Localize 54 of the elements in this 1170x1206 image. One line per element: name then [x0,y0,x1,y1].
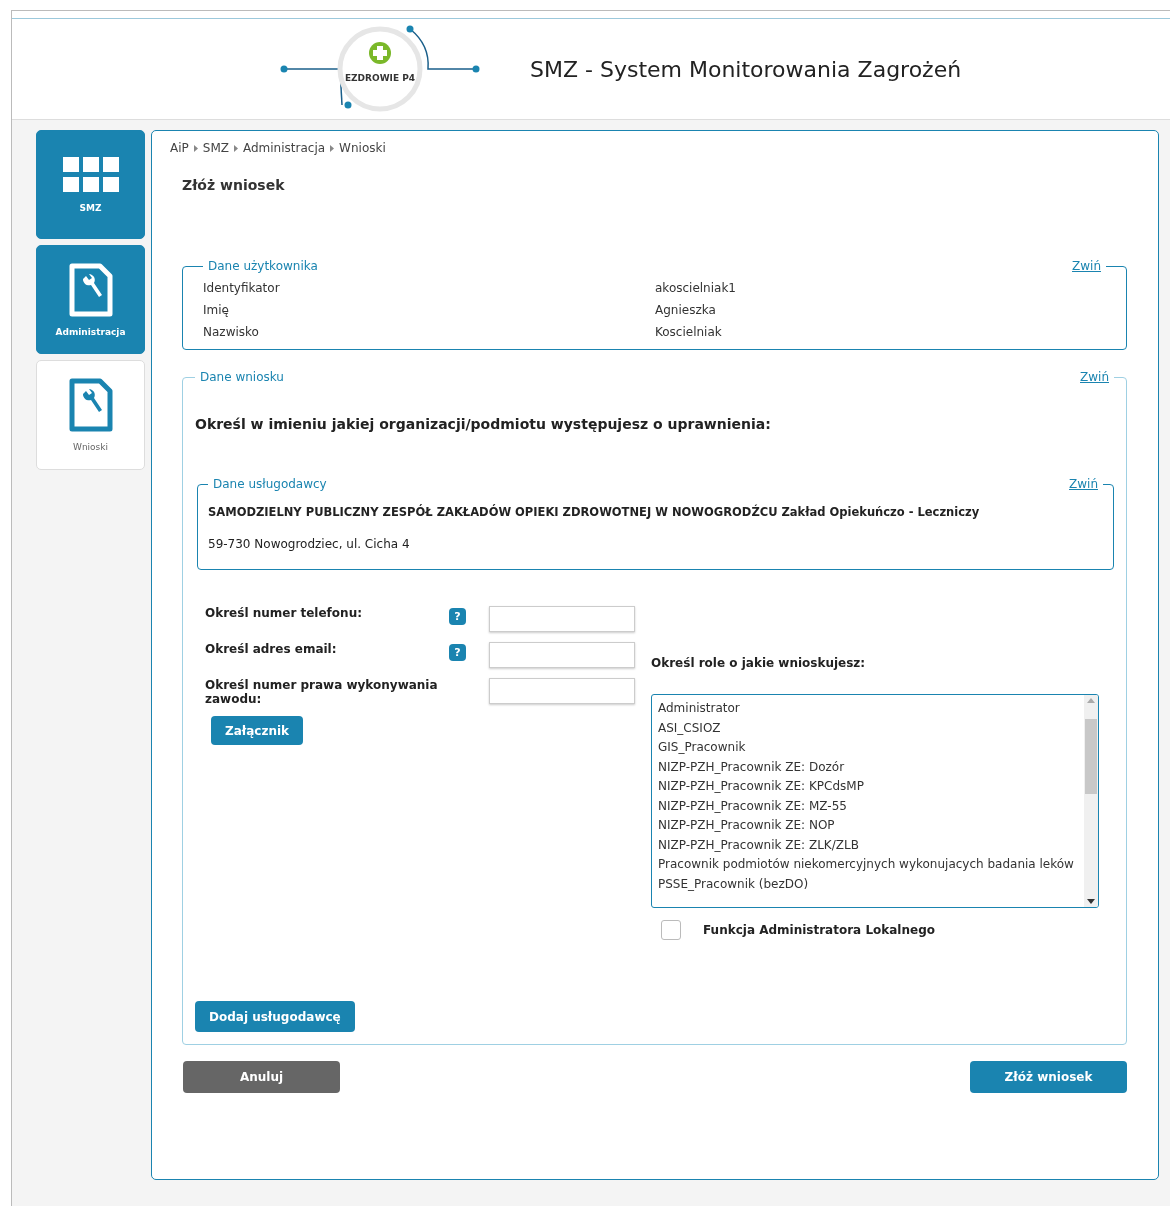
field-label: Imię [203,303,230,317]
provider-name: SAMODZIELNY PUBLICZNY ZESPÓŁ ZAKŁADÓW OPIEKI ZDROWOTNEJ W NOWOGRODŹCU Zakład Opiekuńczo - Leczniczy [208,505,981,519]
cancel-button[interactable]: Anuluj [183,1061,340,1093]
role-option[interactable]: NIZP-PZH_Pracownik ZE: ZLK/ZLB [658,835,1078,855]
add-provider-button[interactable]: Dodaj usługodawcę [195,1001,355,1032]
logo: EZDROWIE P4 [280,25,490,113]
input-field[interactable] [489,678,635,704]
input-label: Określ adres email: [205,642,338,656]
role-option[interactable]: PSSE_Pracownik (bezDO) [658,874,1078,894]
role-option[interactable]: NIZP-PZH_Pracownik ZE: KPCdsMP [658,777,1078,797]
input-field[interactable] [489,642,635,668]
scrollbar-thumb[interactable] [1085,718,1097,794]
role-option[interactable]: ASI_CSIOZ [658,718,1078,738]
role-option[interactable]: Pracownik podmiotów niekomercyjnych wykonujacych badania leków [658,855,1078,875]
scroll-down-icon[interactable] [1087,899,1095,904]
checkbox-label: Funkcja Administratora Lokalnego [703,923,935,937]
provider-address: 59-730 Nowogrodziec, ul. Cicha 4 [208,537,411,551]
caret-icon [330,144,335,152]
caret-icon [193,144,198,152]
sidebar-tile[interactable]: Administracja [36,245,145,354]
field-label: Nazwisko [203,325,260,339]
role-option[interactable]: NIZP-PZH_Pracownik ZE: Dozór [658,757,1078,777]
role-option[interactable]: Administrator [658,699,1078,719]
attachment-button[interactable]: Załącznik [211,716,304,745]
roles-listbox[interactable] [651,694,1099,908]
field-value: Koscielniak [655,325,723,339]
grid-icon [62,156,119,193]
field-value: Agnieszka [655,303,717,317]
breadcrumb-link[interactable]: Administracja [243,141,326,155]
help-icon[interactable]: ? [449,644,466,661]
page-title: Złóż wniosek [182,177,286,193]
field-label: Identyfikator [203,281,281,295]
wrench-document-icon [68,378,113,432]
breadcrumb-link[interactable]: SMZ [202,141,229,155]
app-title: SMZ - System Monitorowania Zagrożeń [530,56,962,82]
input-label: Określ numer telefonu: [205,606,363,620]
help-icon[interactable]: ? [449,608,466,625]
role-option[interactable]: NIZP-PZH_Pracownik ZE: MZ-55 [658,796,1078,816]
submit-button[interactable]: Złóż wniosek [970,1061,1127,1093]
caret-icon [234,144,238,152]
checkbox[interactable] [661,920,681,940]
role-option[interactable]: NIZP-PZH_Pracownik ZE: NOP [658,816,1078,836]
input-field[interactable] [489,606,635,632]
role-option[interactable]: GIS_Pracownik [658,738,1078,758]
sidebar-tile[interactable]: SMZ [36,130,145,239]
wrench-document-icon [68,262,113,317]
input-label: Określ numer prawa wykonywania zawodu: [205,678,439,706]
sidebar-tile[interactable]: Wnioski [36,360,145,470]
question-text: Określ w imieniu jakiej organizacji/podmiotu występujesz o uprawnienia: [195,416,772,432]
scroll-up-icon[interactable] [1087,698,1095,703]
breadcrumb-link[interactable]: Wnioski [339,141,386,155]
breadcrumb-link[interactable]: AiP [170,141,189,155]
field-value: akoscielniak1 [655,281,737,295]
roles-label: Określ role o jakie wnioskujesz: [651,656,867,670]
